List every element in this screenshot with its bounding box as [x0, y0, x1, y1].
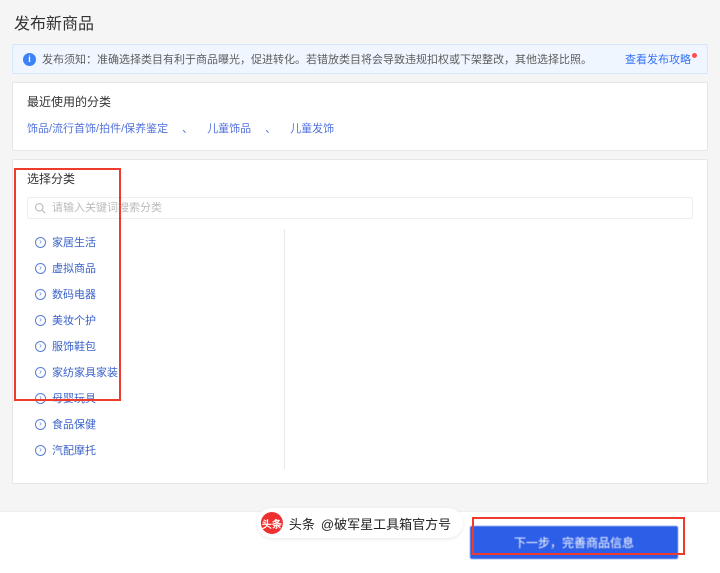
search-icon [34, 202, 46, 214]
category-column-1[interactable]: › 家居生活 › 虚拟商品 › 数码电器 › 美妆个护 › 服饰鞋包 › 家纺家具家装 › 母… [27, 229, 285, 469]
chevron-right-icon: › [35, 263, 46, 274]
select-category-panel: 选择分类 › 家居生活 › 虚拟商品 › 数码电器 › 美妆个护 › 服饰鞋包 › 家纺家具… [12, 159, 708, 484]
category-label: 家纺家具家装 [52, 364, 118, 380]
recent-item[interactable]: 儿童饰品 [207, 120, 251, 136]
separator: 、 [182, 120, 193, 136]
category-item[interactable]: ›运动户外 [27, 463, 282, 469]
info-icon: i [23, 53, 36, 66]
chevron-right-icon: › [35, 445, 46, 456]
chevron-right-icon: › [35, 237, 46, 248]
notice-text: 发布须知：准确选择类目有利于商品曝光，促进转化。若错放类目将会导致违规扣权或下架… [42, 51, 619, 67]
category-label: 食品保健 [52, 416, 96, 432]
category-label: 虚拟商品 [52, 260, 96, 276]
toutiao-logo-icon: 头条 [261, 512, 283, 534]
category-item[interactable]: › 母婴玩具 [27, 385, 282, 411]
chevron-right-icon: › [35, 419, 46, 430]
notice-bar: i 发布须知：准确选择类目有利于商品曝光，促进转化。若错放类目将会导致违规扣权或… [12, 44, 708, 74]
category-columns: › 家居生活 › 虚拟商品 › 数码电器 › 美妆个护 › 服饰鞋包 › 家纺家具家装 › 母… [27, 229, 693, 469]
recent-item[interactable]: 儿童发饰 [290, 120, 334, 136]
notification-dot-icon [692, 53, 697, 58]
recent-item[interactable]: 饰品/流行首饰/拍件/保养鉴定 [27, 120, 168, 136]
category-label: 数码电器 [52, 286, 96, 302]
category-label: 服饰鞋包 [52, 338, 96, 354]
separator: 、 [265, 120, 276, 136]
attribution-account: @破军星工具箱官方号 [321, 514, 451, 533]
category-item[interactable]: › 虚拟商品 [27, 255, 282, 281]
chevron-right-icon: › [35, 367, 46, 378]
recent-categories-panel: 最近使用的分类 饰品/流行首饰/拍件/保养鉴定 、 儿童饰品 、 儿童发饰 [12, 82, 708, 151]
next-step-button[interactable]: 下一步，完善商品信息 [470, 526, 678, 559]
chevron-right-icon: › [35, 341, 46, 352]
category-search-input[interactable] [52, 202, 686, 214]
category-label: 美妆个护 [52, 312, 96, 328]
category-label: 母婴玩具 [52, 390, 96, 406]
category-label: 运动户外 [52, 468, 96, 469]
attribution-prefix: 头条 [289, 514, 315, 533]
category-item[interactable]: › 服饰鞋包 [27, 333, 282, 359]
category-item[interactable]: › 美妆个护 [27, 307, 282, 333]
category-label: 汽配摩托 [52, 442, 96, 458]
category-label: 家居生活 [52, 234, 96, 250]
chevron-right-icon: › [35, 289, 46, 300]
category-item[interactable]: › 家纺家具家装 [27, 359, 282, 385]
category-item[interactable]: › 食品保健 [27, 411, 282, 437]
chevron-right-icon: › [35, 315, 46, 326]
notice-link[interactable]: 查看发布攻略 [625, 51, 697, 67]
page-title: 发布新商品 [0, 0, 720, 44]
search-row [27, 197, 693, 219]
select-title: 选择分类 [27, 170, 693, 187]
category-item[interactable]: › 家居生活 [27, 229, 282, 255]
recent-title: 最近使用的分类 [27, 93, 693, 110]
category-item[interactable]: › 数码电器 [27, 281, 282, 307]
category-item[interactable]: › 汽配摩托 [27, 437, 282, 463]
chevron-right-icon: › [35, 393, 46, 404]
attribution-watermark: 头条 头条 @破军星工具箱官方号 [257, 508, 463, 538]
